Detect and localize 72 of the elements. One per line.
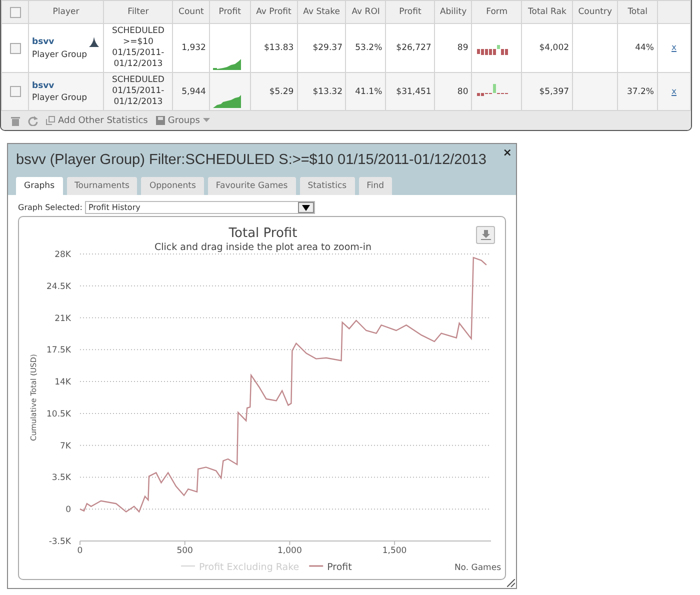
remove-link[interactable]: x: [671, 43, 677, 53]
y-tick-label: -3.5K: [48, 537, 71, 547]
column-header[interactable]: Filter: [128, 7, 149, 17]
av-profit-cell: $13.83: [250, 24, 298, 72]
download-icon: [480, 230, 490, 240]
dialog-title: bsvv (Player Group) Filter:SCHEDULED S:>=$10 01/15/2011-01/12/2013: [16, 151, 486, 170]
x-tick-label: 0: [77, 546, 83, 556]
tab[interactable]: Favourite Games: [208, 177, 296, 195]
av-roi-cell: 41.1%: [346, 72, 386, 110]
profit-cell: $26,727: [386, 24, 435, 72]
add-statistics-button[interactable]: Add Other Statistics: [46, 116, 148, 126]
y-tick-label: 24.5K: [46, 282, 71, 292]
caret-icon: [302, 204, 310, 210]
ability-cell: 80: [434, 72, 472, 110]
count-cell: 1,932: [172, 24, 210, 72]
player-group-text: Player Group: [32, 92, 88, 102]
y-tick-label: 10.5K: [46, 409, 71, 420]
y-tick-label: 3.5K: [52, 473, 71, 484]
filter-cell: SCHEDULED 01/15/2011- 01/12/2013: [104, 72, 173, 110]
legend-label: Profit: [327, 562, 352, 573]
player-link[interactable]: bsvv: [32, 80, 54, 90]
y-tick-label: 14K: [54, 378, 71, 388]
chart-title: Total Profit: [228, 226, 298, 241]
total-rake-cell: $5,397: [522, 72, 573, 110]
chart-subtitle: Click and drag inside the plot area to zoom-in: [154, 242, 372, 253]
y-tick-label: 28K: [54, 250, 71, 260]
field-label: Graph Selected:: [18, 203, 82, 212]
column-header[interactable]: Form: [486, 7, 508, 17]
floppy-icon: [156, 116, 165, 125]
download-button[interactable]: [476, 226, 495, 244]
tab[interactable]: Opponents: [141, 177, 204, 195]
profit-sparkline: [212, 94, 241, 108]
av-stake-cell: $29.37: [297, 24, 346, 72]
column-header[interactable]: Profit: [399, 7, 422, 17]
caret-icon: [202, 118, 210, 123]
player-link[interactable]: bsvv: [32, 37, 54, 47]
legend-item[interactable]: Profit: [309, 562, 352, 573]
y-tick-label: 21K: [54, 314, 71, 324]
trash-icon[interactable]: [11, 116, 20, 126]
close-button[interactable]: ×: [502, 146, 512, 159]
remove-link[interactable]: x: [671, 86, 677, 96]
tab[interactable]: Find: [358, 177, 392, 195]
x-axis-title: No. Games: [454, 563, 501, 573]
copy-icon: [46, 116, 55, 125]
groups-dropdown[interactable]: Groups: [156, 116, 210, 126]
tab[interactable]: Tournaments: [66, 177, 138, 195]
player-group-text: Player Group: [32, 50, 88, 60]
row-checkbox[interactable]: [10, 42, 20, 54]
profit-cell: $31,451: [386, 72, 435, 110]
total-cell: 44%: [618, 24, 658, 72]
av-stake-cell: $13.32: [297, 72, 346, 110]
graph-select[interactable]: Profit History: [85, 201, 316, 214]
count-cell: 5,944: [172, 72, 210, 110]
tab[interactable]: Statistics: [300, 177, 355, 195]
resize-handle-icon[interactable]: [507, 579, 515, 587]
av-roi-cell: 53.2%: [346, 24, 386, 72]
select-all-checkbox[interactable]: [10, 6, 20, 18]
column-header[interactable]: Player: [52, 7, 80, 17]
x-tick-label: 500: [176, 546, 193, 556]
total-rake-cell: $4,002: [522, 24, 573, 72]
y-tick-label: 17.5K: [46, 346, 71, 356]
tab[interactable]: Graphs: [16, 177, 63, 195]
x-tick-label: 1,000: [278, 546, 302, 556]
total-cell: 37.2%: [618, 72, 658, 110]
refresh-icon[interactable]: [28, 116, 38, 126]
filter-cell: SCHEDULED >=$10 01/15/2011- 01/12/2013: [104, 24, 173, 72]
ability-cell: 89: [434, 24, 472, 72]
x-tick-label: 1,500: [382, 546, 407, 556]
y-tick-label: 7K: [60, 441, 71, 452]
row-checkbox[interactable]: [10, 86, 20, 97]
av-profit-cell: $5.29: [250, 72, 298, 110]
y-tick-label: 0: [66, 505, 71, 516]
